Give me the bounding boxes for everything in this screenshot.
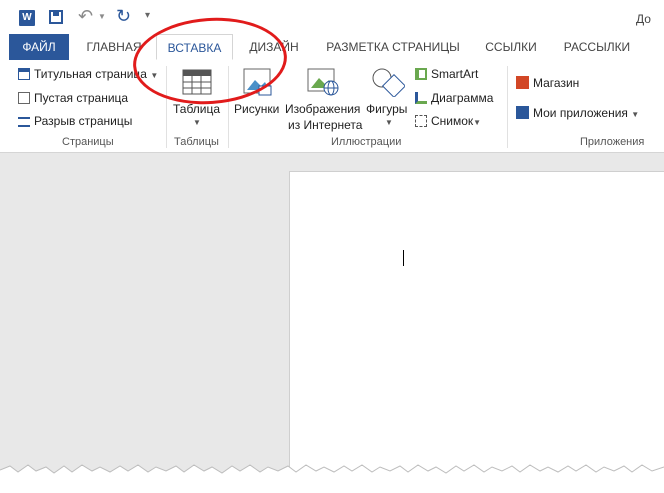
smartart-button[interactable]: SmartArt xyxy=(415,67,478,81)
save-icon[interactable] xyxy=(49,10,63,24)
tab-mailings[interactable]: РАССЫЛКИ xyxy=(556,34,638,60)
chevron-down-icon: ▼ xyxy=(473,118,482,127)
store-button[interactable]: Магазин xyxy=(516,76,579,90)
document-page[interactable] xyxy=(289,171,664,493)
pictures-button[interactable]: Рисунки xyxy=(233,66,283,126)
tab-references[interactable]: ССЫЛКИ xyxy=(478,34,544,60)
tab-insert[interactable]: ВСТАВКА xyxy=(156,34,233,60)
group-separator xyxy=(228,66,229,148)
tab-layout[interactable]: РАЗМЕТКА СТРАНИЦЫ xyxy=(318,34,468,60)
online-pictures-button[interactable]: Изображения из Интернета xyxy=(285,66,363,132)
undo-icon[interactable]: ↶ xyxy=(78,6,93,27)
my-apps-button[interactable]: Мои приложения ▼ xyxy=(516,106,639,120)
picture-icon xyxy=(243,68,272,96)
ribbon-tabs: ФАЙЛ ГЛАВНАЯ ВСТАВКА ДИЗАЙН РАЗМЕТКА СТР… xyxy=(0,34,664,61)
smartart-icon xyxy=(415,68,427,80)
shapes-button[interactable]: Фигуры ▼ xyxy=(365,66,411,132)
undo-dropdown-icon[interactable]: ▼ xyxy=(98,12,106,21)
chevron-down-icon: ▼ xyxy=(193,118,201,127)
page-break-button[interactable]: Разрыв страницы xyxy=(18,114,132,128)
cover-page-icon xyxy=(18,68,30,80)
store-icon xyxy=(516,76,529,89)
table-icon xyxy=(182,69,212,95)
tab-home[interactable]: ГЛАВНАЯ xyxy=(79,34,149,60)
page-break-icon xyxy=(18,117,30,127)
shapes-icon xyxy=(372,68,405,97)
ribbon-insert: Титульная страница ▼ Пустая страница Раз… xyxy=(0,60,664,153)
chart-button[interactable]: Диаграмма xyxy=(415,91,493,105)
blank-page-icon xyxy=(18,92,30,104)
tab-file[interactable]: ФАЙЛ xyxy=(9,34,69,60)
chevron-down-icon: ▼ xyxy=(150,71,159,80)
group-separator xyxy=(507,66,508,148)
redo-icon[interactable]: ↻ xyxy=(116,6,131,27)
my-apps-icon xyxy=(516,106,529,119)
group-label-pages: Страницы xyxy=(62,136,114,148)
chevron-down-icon: ▼ xyxy=(385,118,393,127)
group-separator xyxy=(166,66,167,148)
chart-icon xyxy=(415,92,427,104)
word-window: W ↶ ▼ ↻ ▾ До ФАЙЛ ГЛАВНАЯ ВСТАВКА ДИЗАЙН… xyxy=(0,0,664,493)
tab-design[interactable]: ДИЗАЙН xyxy=(241,34,307,60)
group-label-apps: Приложения xyxy=(580,136,645,148)
blank-page-button[interactable]: Пустая страница xyxy=(18,91,128,105)
table-button[interactable]: Таблица ▼ xyxy=(171,66,223,132)
screenshot-button[interactable]: Снимок▼ xyxy=(415,114,481,128)
chevron-down-icon: ▼ xyxy=(631,110,640,119)
window-title: До xyxy=(636,12,651,26)
torn-edge xyxy=(0,464,664,493)
group-label-illustrations: Иллюстрации xyxy=(331,136,402,148)
group-label-tables: Таблицы xyxy=(174,136,219,148)
customize-toolbar-icon[interactable]: ▾ xyxy=(145,10,150,21)
screenshot-icon xyxy=(415,115,427,127)
online-picture-icon xyxy=(307,68,339,96)
cover-page-button[interactable]: Титульная страница ▼ xyxy=(18,67,158,81)
document-canvas xyxy=(0,153,664,493)
quick-access-toolbar: W ↶ ▼ ↻ ▾ До xyxy=(0,0,664,34)
word-icon: W xyxy=(19,10,35,26)
text-cursor xyxy=(403,250,404,266)
